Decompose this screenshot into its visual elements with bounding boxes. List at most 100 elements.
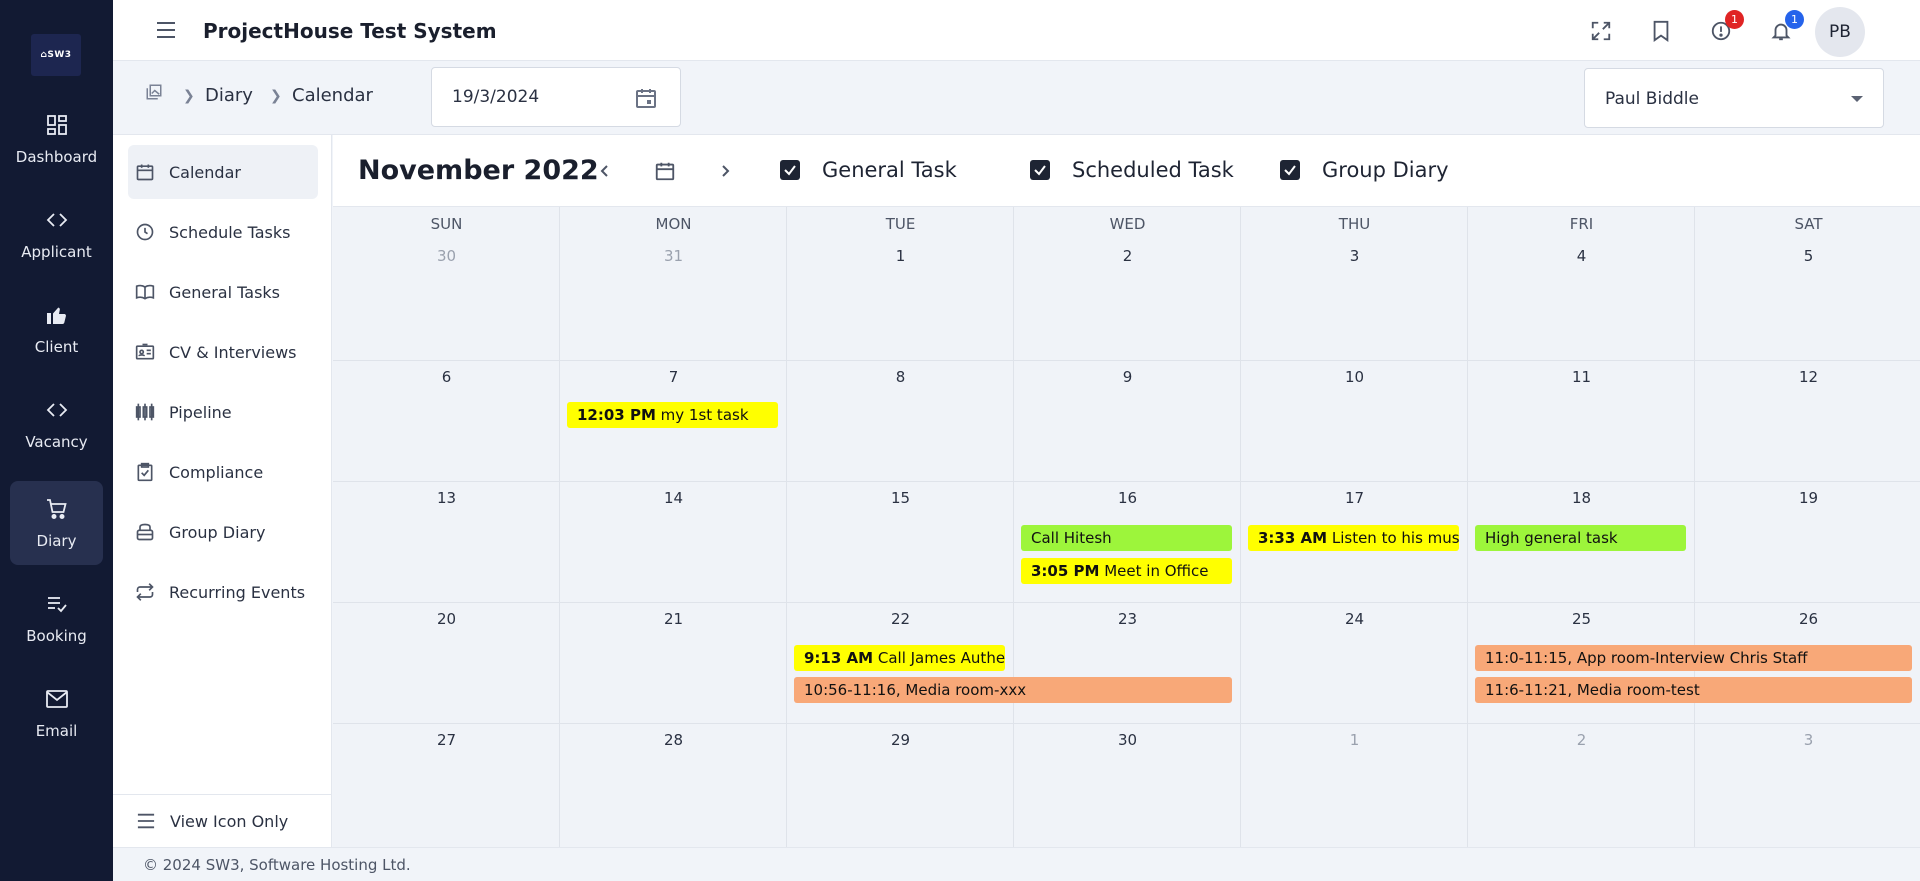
day-number[interactable]: 11 bbox=[1468, 368, 1695, 386]
side-item-general-tasks[interactable]: General Tasks bbox=[128, 265, 318, 319]
clipboard-check-icon bbox=[133, 460, 157, 484]
day-number[interactable]: 3 bbox=[1241, 247, 1468, 265]
side-item-label: Recurring Events bbox=[169, 582, 306, 602]
side-item-pipeline[interactable]: Pipeline bbox=[128, 385, 318, 439]
calendar-event[interactable]: Call Hitesh bbox=[1021, 525, 1232, 551]
day-number[interactable]: 13 bbox=[333, 489, 560, 507]
day-number[interactable]: 24 bbox=[1241, 610, 1468, 628]
day-number[interactable]: 20 bbox=[333, 610, 560, 628]
event-title: Meet in Office bbox=[1104, 562, 1209, 580]
day-number[interactable]: 1 bbox=[787, 247, 1014, 265]
breadcrumb-diary[interactable]: Diary bbox=[205, 85, 253, 106]
mail-icon bbox=[44, 686, 70, 712]
day-number[interactable]: 12 bbox=[1695, 368, 1920, 386]
gallery-icon[interactable] bbox=[145, 83, 165, 103]
day-number[interactable]: 21 bbox=[560, 610, 787, 628]
app-logo[interactable]: ⌂SW3 bbox=[31, 34, 81, 76]
day-number[interactable]: 4 bbox=[1468, 247, 1695, 265]
side-item-schedule-tasks[interactable]: Schedule Tasks bbox=[128, 205, 318, 259]
day-number[interactable]: 18 bbox=[1468, 489, 1695, 507]
grid-line bbox=[333, 723, 1920, 724]
day-number[interactable]: 30 bbox=[1014, 731, 1241, 749]
day-number[interactable]: 27 bbox=[333, 731, 560, 749]
calendar-event[interactable]: 9:13 AM Call James Authentication bbox=[794, 645, 1005, 671]
day-number[interactable]: 5 bbox=[1695, 247, 1920, 265]
calendar-event[interactable]: 11:0-11:15, App room-Interview Chris Sta… bbox=[1475, 645, 1912, 671]
day-number[interactable]: 1 bbox=[1241, 731, 1468, 749]
filter-scheduled-task[interactable]: Scheduled Task bbox=[1030, 158, 1234, 182]
day-number[interactable]: 31 bbox=[560, 247, 787, 265]
date-field[interactable]: 19/3/2024 bbox=[431, 67, 681, 127]
calendar-icon[interactable] bbox=[634, 86, 658, 110]
rail-item-email[interactable]: Email bbox=[10, 671, 103, 755]
rail-item-label: Email bbox=[35, 722, 78, 740]
day-number[interactable]: 7 bbox=[560, 368, 787, 386]
day-number[interactable]: 29 bbox=[787, 731, 1014, 749]
day-number[interactable]: 2 bbox=[1014, 247, 1241, 265]
side-item-calendar[interactable]: Calendar bbox=[128, 145, 318, 199]
day-number[interactable]: 16 bbox=[1014, 489, 1241, 507]
calendar-event[interactable]: 11:6-11:21, Media room-test bbox=[1475, 677, 1912, 703]
day-number[interactable]: 6 bbox=[333, 368, 560, 386]
user-select[interactable]: Paul Biddle bbox=[1584, 68, 1884, 128]
calendar-event[interactable]: 3:33 AM Listen to his music bbox=[1248, 525, 1459, 551]
day-number[interactable]: 30 bbox=[333, 247, 560, 265]
day-number[interactable]: 2 bbox=[1468, 731, 1695, 749]
side-item-label: Calendar bbox=[169, 162, 241, 182]
event-title: 11:0-11:15, App room-Interview Chris Sta… bbox=[1485, 649, 1808, 667]
day-number[interactable]: 10 bbox=[1241, 368, 1468, 386]
checkbox-checked-icon[interactable] bbox=[780, 160, 800, 180]
date-field-value: 19/3/2024 bbox=[452, 87, 540, 107]
side-item-group-diary[interactable]: Group Diary bbox=[128, 505, 318, 559]
day-number[interactable]: 26 bbox=[1695, 610, 1920, 628]
day-number[interactable]: 3 bbox=[1695, 731, 1920, 749]
rail-item-label: Client bbox=[34, 338, 79, 356]
checkbox-checked-icon[interactable] bbox=[1030, 160, 1050, 180]
calendar-event[interactable]: High general task bbox=[1475, 525, 1686, 551]
today-calendar-icon[interactable] bbox=[651, 157, 679, 185]
breadcrumb-calendar[interactable]: Calendar bbox=[292, 85, 373, 106]
calendar-event[interactable]: 10:56-11:16, Media room-xxx bbox=[794, 677, 1232, 703]
rail-item-client[interactable]: Client bbox=[10, 287, 103, 371]
next-month-button[interactable] bbox=[711, 157, 739, 185]
side-item-compliance[interactable]: Compliance bbox=[128, 445, 318, 499]
filter-general-task[interactable]: General Task bbox=[780, 158, 957, 182]
day-number[interactable]: 23 bbox=[1014, 610, 1241, 628]
hamburger-menu-icon[interactable] bbox=[155, 20, 177, 40]
calendar-event[interactable]: 3:05 PM Meet in Office bbox=[1021, 558, 1232, 584]
event-time: 12:03 PM bbox=[577, 406, 656, 424]
rail-item-booking[interactable]: Booking bbox=[10, 576, 103, 660]
bell-icon[interactable]: 1 bbox=[1766, 10, 1804, 46]
rail-item-applicant[interactable]: Applicant bbox=[10, 192, 103, 276]
rail-item-vacancy[interactable]: Vacancy bbox=[10, 382, 103, 466]
bookmark-icon[interactable] bbox=[1646, 16, 1676, 46]
day-number[interactable]: 19 bbox=[1695, 489, 1920, 507]
grid-line bbox=[1467, 207, 1468, 847]
day-number[interactable]: 14 bbox=[560, 489, 787, 507]
day-number[interactable]: 25 bbox=[1468, 610, 1695, 628]
calendar-event[interactable]: 12:03 PM my 1st task bbox=[567, 402, 778, 428]
rail-item-diary[interactable]: Diary bbox=[10, 481, 103, 565]
day-number[interactable]: 17 bbox=[1241, 489, 1468, 507]
month-title: November 2022 bbox=[358, 155, 599, 186]
day-number[interactable]: 9 bbox=[1014, 368, 1241, 386]
day-number[interactable]: 15 bbox=[787, 489, 1014, 507]
checkbox-checked-icon[interactable] bbox=[1280, 160, 1300, 180]
event-title: High general task bbox=[1485, 529, 1618, 547]
filter-group-diary[interactable]: Group Diary bbox=[1280, 158, 1449, 182]
day-number[interactable]: 22 bbox=[787, 610, 1014, 628]
day-number[interactable]: 8 bbox=[787, 368, 1014, 386]
fullscreen-icon[interactable] bbox=[1586, 16, 1616, 46]
side-item-recurring-events[interactable]: Recurring Events bbox=[128, 565, 318, 619]
alert-icon[interactable]: 1 bbox=[1706, 10, 1744, 46]
user-select-value: Paul Biddle bbox=[1605, 89, 1699, 109]
view-icon-only-toggle[interactable]: View Icon Only bbox=[113, 794, 332, 847]
id-card-icon bbox=[133, 340, 157, 364]
grid-line bbox=[333, 602, 1920, 603]
prev-month-button[interactable] bbox=[591, 157, 619, 185]
user-avatar[interactable]: PB bbox=[1815, 7, 1865, 57]
day-number[interactable]: 28 bbox=[560, 731, 787, 749]
filter-label: Scheduled Task bbox=[1072, 158, 1234, 182]
rail-item-dashboard[interactable]: Dashboard bbox=[10, 97, 103, 181]
side-item-cv-interviews[interactable]: CV & Interviews bbox=[128, 325, 318, 379]
